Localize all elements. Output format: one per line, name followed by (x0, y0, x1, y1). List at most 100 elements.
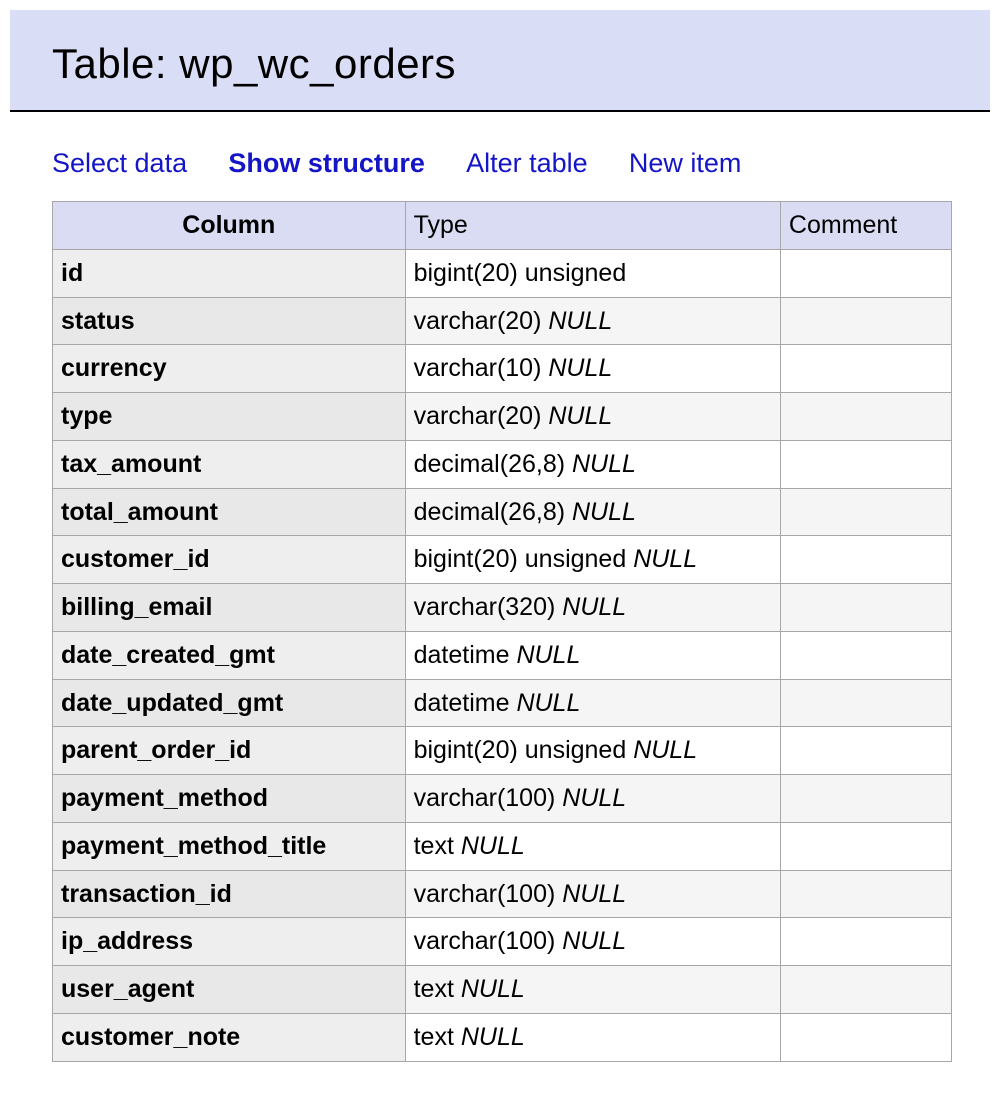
table-row: transaction_idvarchar(100) NULL (53, 870, 952, 918)
column-name[interactable]: payment_method (53, 775, 406, 823)
table-row: date_updated_gmtdatetime NULL (53, 679, 952, 727)
column-type: text NULL (405, 822, 780, 870)
column-comment (780, 679, 951, 727)
column-name[interactable]: status (53, 297, 406, 345)
null-indicator: NULL (562, 784, 626, 812)
column-type: bigint(20) unsigned (405, 249, 780, 297)
null-indicator: NULL (516, 641, 580, 669)
column-comment (780, 393, 951, 441)
col-header-comment[interactable]: Comment (780, 202, 951, 250)
table-row: total_amountdecimal(26,8) NULL (53, 488, 952, 536)
column-name[interactable]: currency (53, 345, 406, 393)
page-title: Table: wp_wc_orders (52, 40, 948, 88)
null-indicator: NULL (562, 927, 626, 955)
table-row: date_created_gmtdatetime NULL (53, 631, 952, 679)
column-name[interactable]: customer_id (53, 536, 406, 584)
column-comment (780, 536, 951, 584)
structure-table-body: idbigint(20) unsignedstatusvarchar(20) N… (53, 249, 952, 1061)
title-bar: Table: wp_wc_orders (10, 10, 990, 112)
null-indicator: NULL (562, 880, 626, 908)
column-comment (780, 727, 951, 775)
nav-select-data[interactable]: Select data (52, 148, 187, 178)
title-prefix: Table: (52, 40, 167, 87)
column-comment (780, 488, 951, 536)
column-type: bigint(20) unsigned NULL (405, 727, 780, 775)
column-comment (780, 631, 951, 679)
null-indicator: NULL (516, 689, 580, 717)
column-name[interactable]: date_created_gmt (53, 631, 406, 679)
column-type: text NULL (405, 1013, 780, 1061)
column-name[interactable]: customer_note (53, 1013, 406, 1061)
column-comment (780, 966, 951, 1014)
null-indicator: NULL (633, 736, 697, 764)
column-type: datetime NULL (405, 631, 780, 679)
table-row: statusvarchar(20) NULL (53, 297, 952, 345)
null-indicator: NULL (562, 593, 626, 621)
table-row: billing_emailvarchar(320) NULL (53, 584, 952, 632)
null-indicator: NULL (633, 545, 697, 573)
column-comment (780, 297, 951, 345)
column-comment (780, 822, 951, 870)
column-name[interactable]: tax_amount (53, 440, 406, 488)
null-indicator: NULL (572, 498, 636, 526)
null-indicator: NULL (461, 832, 525, 860)
column-type: varchar(320) NULL (405, 584, 780, 632)
structure-table: Column Type Comment idbigint(20) unsigne… (52, 201, 952, 1062)
column-type: decimal(26,8) NULL (405, 440, 780, 488)
column-name[interactable]: payment_method_title (53, 822, 406, 870)
nav-alter-table[interactable]: Alter table (466, 148, 588, 178)
page: Table: wp_wc_orders Select data Show str… (0, 0, 1000, 1102)
column-name[interactable]: user_agent (53, 966, 406, 1014)
column-name[interactable]: id (53, 249, 406, 297)
column-name[interactable]: transaction_id (53, 870, 406, 918)
column-comment (780, 870, 951, 918)
column-type: varchar(100) NULL (405, 870, 780, 918)
column-type: decimal(26,8) NULL (405, 488, 780, 536)
nav-new-item[interactable]: New item (629, 148, 742, 178)
table-row: payment_method_titletext NULL (53, 822, 952, 870)
table-header-row: Column Type Comment (53, 202, 952, 250)
column-name[interactable]: total_amount (53, 488, 406, 536)
null-indicator: NULL (461, 1023, 525, 1051)
column-type: text NULL (405, 966, 780, 1014)
table-row: customer_notetext NULL (53, 1013, 952, 1061)
column-name[interactable]: type (53, 393, 406, 441)
table-row: currencyvarchar(10) NULL (53, 345, 952, 393)
nav-tabs: Select data Show structure Alter table N… (10, 112, 990, 201)
column-comment (780, 440, 951, 488)
column-type: varchar(20) NULL (405, 297, 780, 345)
table-name: wp_wc_orders (179, 40, 456, 87)
column-comment (780, 584, 951, 632)
table-row: user_agenttext NULL (53, 966, 952, 1014)
column-name[interactable]: ip_address (53, 918, 406, 966)
column-type: bigint(20) unsigned NULL (405, 536, 780, 584)
null-indicator: NULL (548, 402, 612, 430)
column-comment (780, 918, 951, 966)
column-comment (780, 775, 951, 823)
table-row: idbigint(20) unsigned (53, 249, 952, 297)
column-comment (780, 345, 951, 393)
table-row: typevarchar(20) NULL (53, 393, 952, 441)
null-indicator: NULL (548, 354, 612, 382)
column-comment (780, 1013, 951, 1061)
structure-table-wrap: Column Type Comment idbigint(20) unsigne… (10, 201, 990, 1062)
column-type: datetime NULL (405, 679, 780, 727)
null-indicator: NULL (461, 975, 525, 1003)
column-name[interactable]: parent_order_id (53, 727, 406, 775)
col-header-type[interactable]: Type (405, 202, 780, 250)
table-row: parent_order_idbigint(20) unsigned NULL (53, 727, 952, 775)
null-indicator: NULL (572, 450, 636, 478)
column-comment (780, 249, 951, 297)
column-type: varchar(100) NULL (405, 775, 780, 823)
table-row: payment_methodvarchar(100) NULL (53, 775, 952, 823)
column-type: varchar(10) NULL (405, 345, 780, 393)
column-name[interactable]: date_updated_gmt (53, 679, 406, 727)
table-row: ip_addressvarchar(100) NULL (53, 918, 952, 966)
nav-show-structure[interactable]: Show structure (228, 148, 425, 178)
col-header-column[interactable]: Column (53, 202, 406, 250)
column-type: varchar(100) NULL (405, 918, 780, 966)
table-row: tax_amountdecimal(26,8) NULL (53, 440, 952, 488)
column-type: varchar(20) NULL (405, 393, 780, 441)
null-indicator: NULL (548, 307, 612, 335)
column-name[interactable]: billing_email (53, 584, 406, 632)
